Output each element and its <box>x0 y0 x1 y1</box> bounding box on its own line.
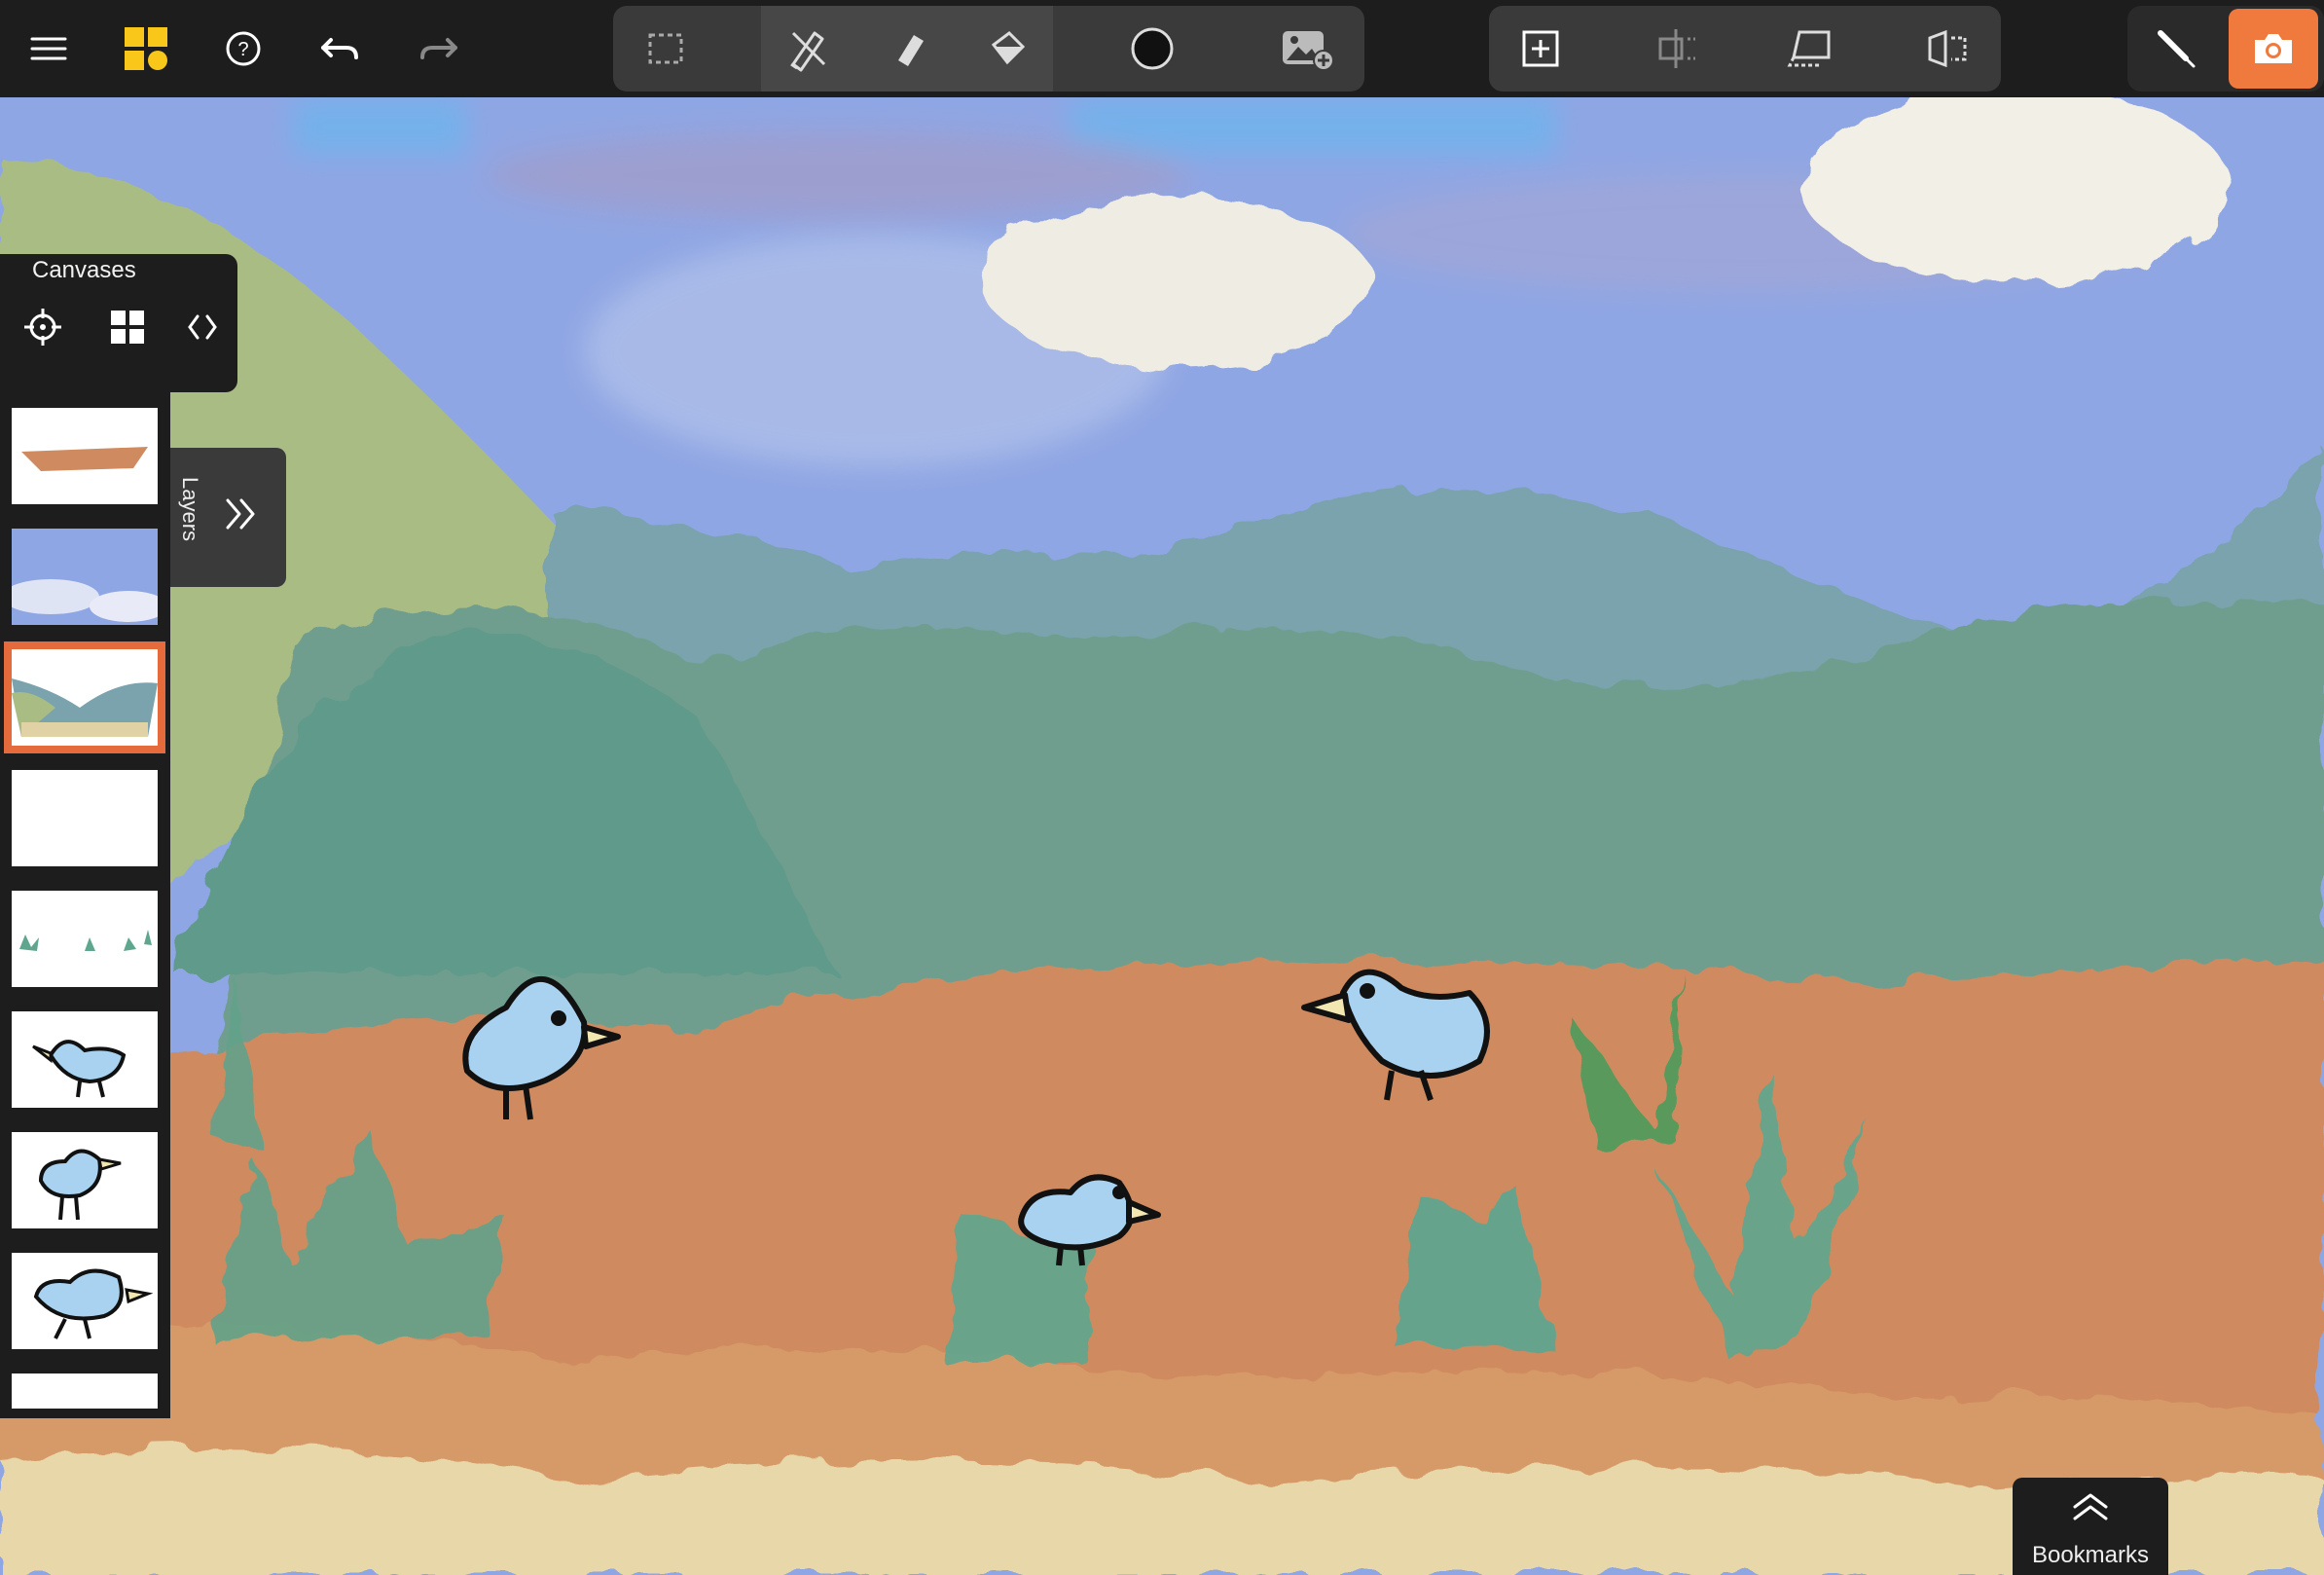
painting-canvas[interactable] <box>0 97 2324 1575</box>
thumbnail-hills[interactable] <box>4 641 165 753</box>
help-icon[interactable]: ? <box>208 14 278 84</box>
canvas-thumbnails <box>0 392 170 1418</box>
insert-image-icon[interactable] <box>1273 14 1343 84</box>
eraser-icon[interactable] <box>873 14 943 84</box>
bookmarks-button[interactable]: Bookmarks <box>2013 1478 2168 1575</box>
top-toolbar: ? <box>0 0 2324 97</box>
transform-icon[interactable] <box>1775 14 1845 84</box>
align-icon[interactable] <box>1641 14 1711 84</box>
undo-icon[interactable] <box>306 14 376 84</box>
flip-icon[interactable] <box>1913 14 1983 84</box>
svg-text:?: ? <box>237 39 248 60</box>
bookmarks-label: Bookmarks <box>2031 1542 2150 1568</box>
thumbnail-sky[interactable] <box>12 529 158 625</box>
layers-label: Layers <box>178 477 202 542</box>
brush-tools-icon[interactable] <box>774 14 844 84</box>
expand-chevron-icon[interactable] <box>222 494 261 538</box>
chevron-up-double-icon <box>2069 1491 2112 1529</box>
grid-icon[interactable] <box>98 298 157 356</box>
thumbnail-bird-1[interactable] <box>12 1011 158 1108</box>
camera-icon[interactable] <box>2229 9 2318 89</box>
canvases-title: Canvases <box>32 257 136 283</box>
canvases-panel: Canvases <box>0 254 237 392</box>
thumbnail-blank[interactable] <box>12 770 158 866</box>
thumbnail-partial[interactable] <box>12 1374 158 1409</box>
thumbnail-bird-3[interactable] <box>12 1253 158 1349</box>
menu-icon[interactable] <box>14 14 84 84</box>
add-canvas-icon[interactable] <box>1506 14 1576 84</box>
code-brackets-icon[interactable] <box>173 298 232 356</box>
redo-icon[interactable] <box>403 14 473 84</box>
thumbnail-ground-strip[interactable] <box>12 408 158 504</box>
thumbnail-bird-2[interactable] <box>12 1132 158 1228</box>
color-swatch-icon[interactable] <box>1117 14 1187 84</box>
app-logo-icon[interactable] <box>111 14 181 84</box>
fill-icon[interactable] <box>972 14 1042 84</box>
pen-mode-icon[interactable] <box>2141 14 2211 84</box>
selection-icon[interactable] <box>631 14 701 84</box>
thumbnail-grass[interactable] <box>12 891 158 987</box>
target-icon[interactable] <box>14 298 72 356</box>
